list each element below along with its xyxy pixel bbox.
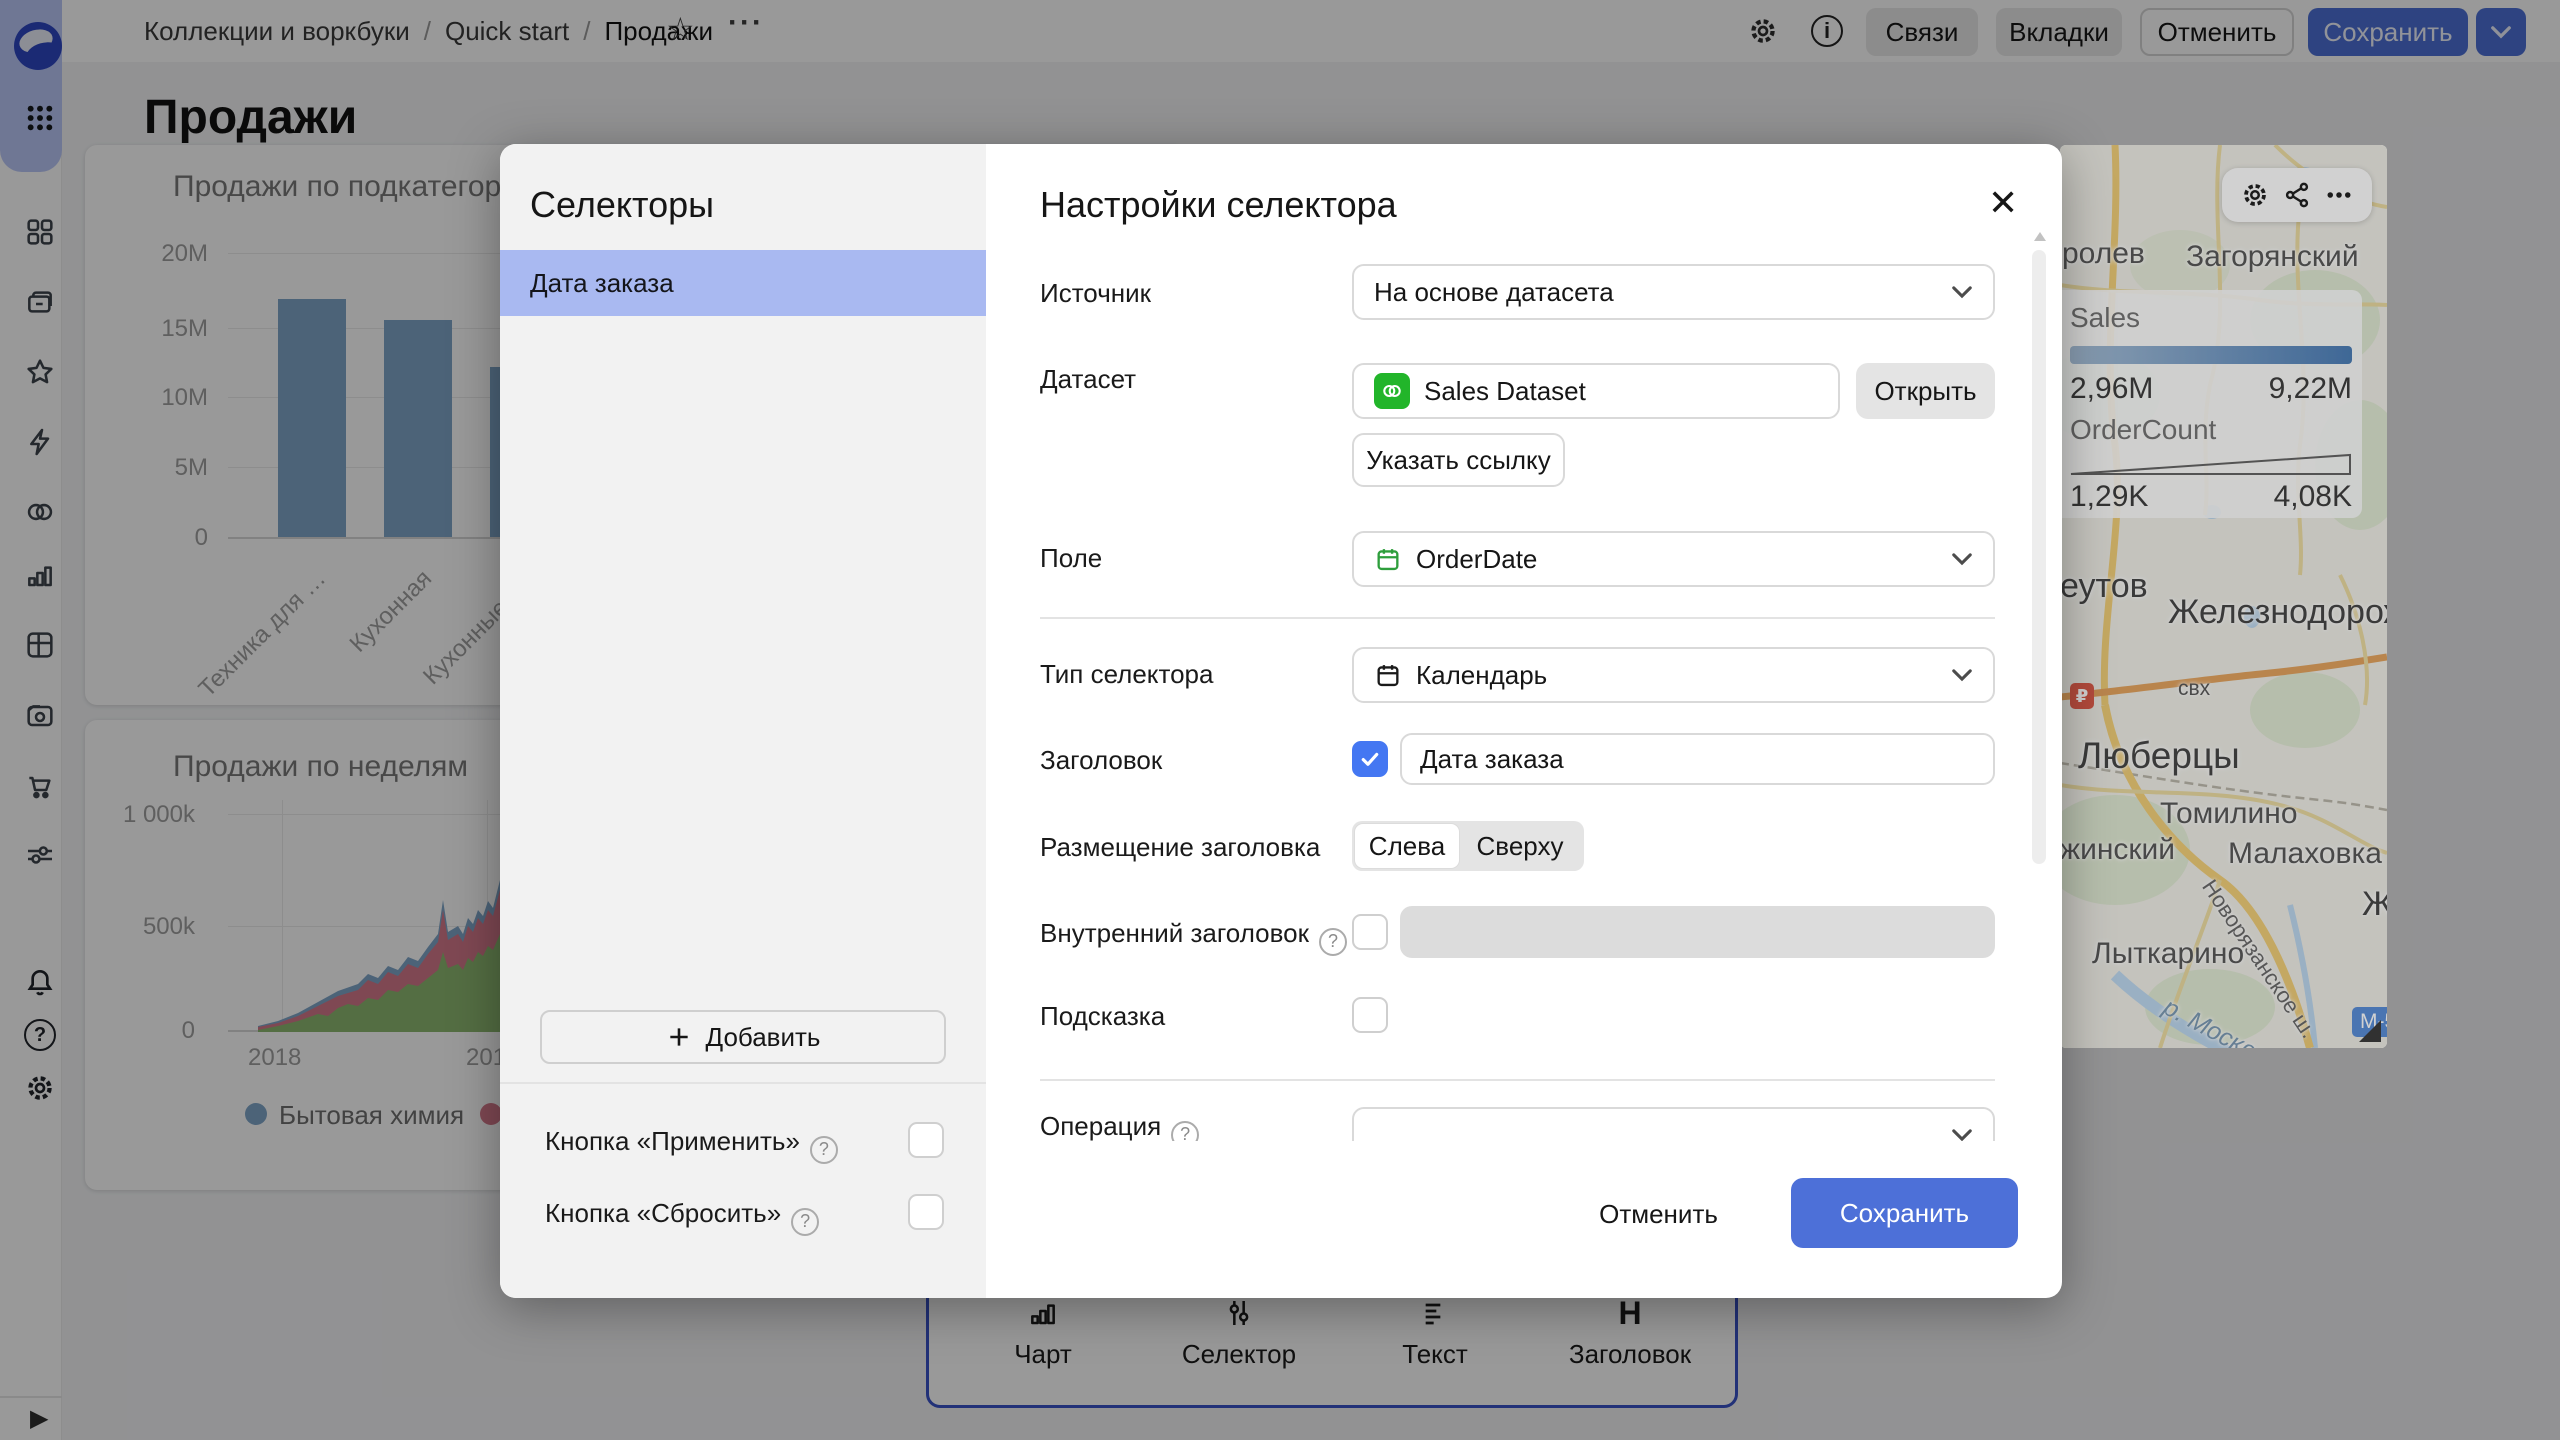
field-value: OrderDate bbox=[1416, 543, 1538, 574]
reset-help-icon[interactable]: ? bbox=[791, 1207, 820, 1236]
selector-settings-dialog: Селекторы Дата заказа Добавить Кнопка «П… bbox=[500, 144, 2062, 1298]
hint-label: Подсказка bbox=[1040, 1001, 1166, 1031]
map-legend: Sales 2,96M 9,22M OrderCount 1,29K 4,08K bbox=[2060, 290, 2362, 518]
reset-button-checkbox[interactable] bbox=[908, 1194, 944, 1230]
placement-option-left[interactable]: Слева bbox=[1355, 824, 1459, 868]
specify-link-button[interactable]: Указать ссылку bbox=[1352, 433, 1565, 487]
selector-type-select[interactable]: Календарь bbox=[1352, 647, 1995, 703]
apply-button-label-text: Кнопка «Применить» bbox=[545, 1126, 800, 1156]
widget-resize-handle[interactable] bbox=[2359, 1020, 2381, 1042]
legend-sales-title: Sales bbox=[2070, 302, 2141, 333]
dataset-label: Датасет bbox=[1040, 364, 1137, 394]
title-placement-label: Размещение заголовка bbox=[1040, 832, 1321, 862]
title-label: Заголовок bbox=[1040, 745, 1163, 775]
add-selector-button[interactable]: Добавить bbox=[540, 1010, 946, 1064]
widget-toolbar bbox=[2222, 168, 2372, 222]
map-label-svh: свх bbox=[2178, 677, 2211, 700]
title-checkbox[interactable] bbox=[1352, 741, 1388, 777]
open-dataset-button[interactable]: Открыть bbox=[1856, 363, 1995, 419]
field-label: Поле bbox=[1040, 543, 1103, 573]
chevron-down-icon bbox=[1952, 286, 1972, 299]
sales-max-value: 9,22M bbox=[2268, 372, 2352, 405]
selector-list-item-selected[interactable]: Дата заказа bbox=[500, 250, 986, 316]
chevron-down-icon bbox=[1952, 669, 1972, 682]
map-label-tomilino: Томилино bbox=[2160, 797, 2298, 830]
hint-checkbox[interactable] bbox=[1352, 997, 1388, 1033]
title-placement-segmented: Слева Сверху bbox=[1352, 821, 1584, 871]
map-label-lytkarino: Лыткарино bbox=[2092, 937, 2245, 970]
close-icon[interactable]: ✕ bbox=[1988, 182, 2018, 224]
apply-button-row-label: Кнопка «Применить»? bbox=[545, 1126, 838, 1164]
dialog-cancel-button[interactable]: Отменить bbox=[1599, 1190, 1718, 1238]
add-selector-label: Добавить bbox=[705, 1021, 821, 1052]
ordercount-max-value: 4,08K bbox=[2273, 480, 2352, 513]
map-widget[interactable]: ролев Загорянский еутов Железнодорожн св… bbox=[2060, 145, 2387, 1048]
selectors-panel-title: Селекторы bbox=[530, 184, 715, 225]
placement-option-top[interactable]: Сверху bbox=[1459, 824, 1581, 868]
dataset-value: Sales Dataset bbox=[1424, 375, 1586, 406]
map-label-malakhovka: Малаховка bbox=[2228, 837, 2382, 870]
dataset-field[interactable]: Sales Dataset bbox=[1352, 363, 1840, 419]
map-label-korolev: ролев bbox=[2062, 237, 2145, 270]
field-select[interactable]: OrderDate bbox=[1352, 531, 1995, 587]
source-select[interactable]: На основе датасета bbox=[1352, 264, 1995, 320]
source-label: Источник bbox=[1040, 278, 1151, 308]
ordercount-size-triangle bbox=[2070, 453, 2351, 475]
plus-icon bbox=[669, 1028, 688, 1046]
settings-title: Настройки селектора bbox=[1040, 184, 1397, 225]
chevron-down-icon bbox=[1952, 1129, 1972, 1141]
map-label-zagoryansky: Загорянский bbox=[2186, 240, 2359, 273]
inner-title-checkbox[interactable] bbox=[1352, 914, 1388, 950]
sales-gradient-bar bbox=[2070, 346, 2352, 364]
selectors-panel: Селекторы Дата заказа Добавить Кнопка «П… bbox=[500, 144, 986, 1298]
map-ruble-marker-icon: ₽ bbox=[2070, 683, 2094, 709]
selector-type-value: Календарь bbox=[1416, 659, 1548, 690]
operation-row-clipped: Операция? bbox=[986, 1095, 2062, 1141]
dialog-save-button[interactable]: Сохранить bbox=[1791, 1178, 2018, 1248]
widget-settings-gear-icon[interactable] bbox=[2240, 180, 2270, 210]
scrollbar-up-arrow[interactable] bbox=[2034, 232, 2046, 241]
map-label-dzerzhinsky: жинский bbox=[2060, 833, 2176, 866]
reset-button-row-label: Кнопка «Сбросить»? bbox=[545, 1198, 820, 1236]
section-divider bbox=[1040, 617, 1995, 619]
section-divider bbox=[1040, 1079, 1995, 1081]
map-label-reutov: еутов bbox=[2060, 567, 2148, 605]
map-label-zhukovsky: Ж bbox=[2362, 885, 2387, 923]
datalens-dashboard-edit-screen: Коллекции и воркбуки / Quick start / Про… bbox=[0, 0, 2560, 1440]
operation-label: Операция? bbox=[1040, 1111, 1200, 1141]
panel-divider bbox=[500, 1082, 986, 1084]
map-label-zheleznodorozhny: Железнодорожн bbox=[2168, 593, 2387, 631]
chevron-down-icon bbox=[1952, 553, 1972, 566]
widget-more-icon[interactable] bbox=[2324, 180, 2354, 210]
operation-label-text: Операция bbox=[1040, 1111, 1162, 1141]
reset-button-label-text: Кнопка «Сбросить» bbox=[545, 1198, 782, 1228]
sales-min-value: 2,96M bbox=[2070, 372, 2154, 405]
inner-title-text-input bbox=[1400, 906, 1995, 958]
title-text-input[interactable] bbox=[1400, 733, 1995, 785]
settings-scrollbar[interactable] bbox=[2032, 250, 2046, 864]
inner-title-label: Внутренний заголовок? bbox=[1040, 918, 1347, 956]
apply-button-checkbox[interactable] bbox=[908, 1122, 944, 1158]
calendar-icon-green bbox=[1377, 549, 1399, 571]
calendar-icon bbox=[1377, 665, 1399, 687]
operation-select[interactable] bbox=[1352, 1107, 1995, 1141]
legend-ordercount-title: OrderCount bbox=[2070, 414, 2217, 445]
source-value: На основе датасета bbox=[1374, 276, 1614, 307]
ordercount-min-value: 1,29K bbox=[2070, 480, 2149, 513]
operation-help-icon[interactable]: ? bbox=[1171, 1120, 1200, 1141]
widget-links-icon[interactable] bbox=[2282, 180, 2312, 210]
check-icon bbox=[1361, 752, 1379, 766]
inner-title-help-icon[interactable]: ? bbox=[1318, 927, 1347, 956]
apply-help-icon[interactable]: ? bbox=[809, 1135, 838, 1164]
map-label-lyubertsy: Люберцы bbox=[2078, 735, 2240, 776]
inner-title-label-text: Внутренний заголовок bbox=[1040, 918, 1309, 948]
selector-type-label: Тип селектора bbox=[1040, 659, 1214, 689]
dataset-icon bbox=[1374, 373, 1410, 409]
